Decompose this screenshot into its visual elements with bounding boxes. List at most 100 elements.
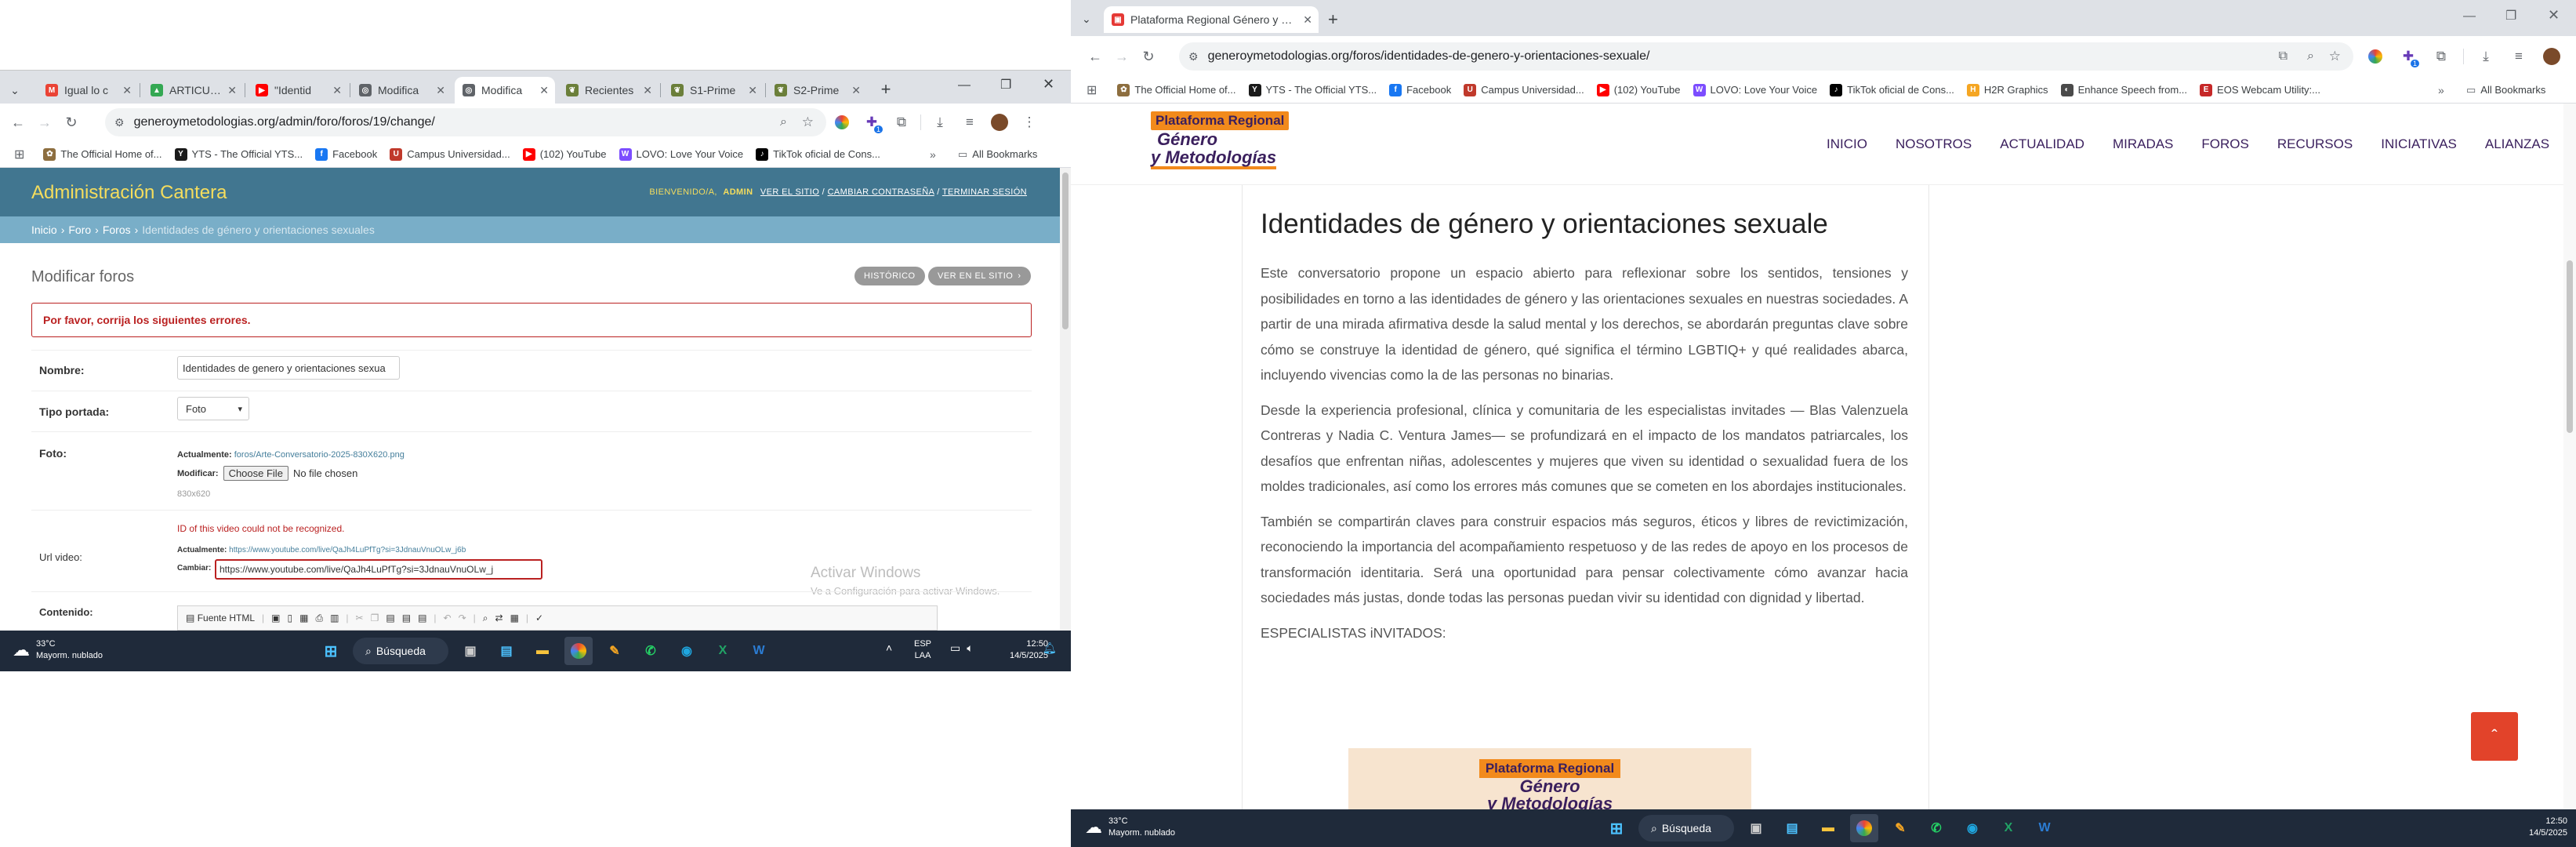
bookmark-star-icon[interactable]: ☆ <box>2329 49 2341 64</box>
forward-icon[interactable]: → <box>1108 43 1135 70</box>
history-button[interactable]: HISTÓRICO <box>854 267 925 285</box>
bookmark-item[interactable]: U Campus Universidad... <box>390 147 510 161</box>
browser-tab[interactable]: M Igual lo c ✕ <box>38 77 138 104</box>
tray-chevron-icon[interactable]: ˄ <box>886 642 892 654</box>
replace-icon[interactable]: ⇄ <box>495 613 503 623</box>
select-all-icon[interactable]: ▦ <box>510 613 519 623</box>
cut-icon[interactable]: ✂ <box>356 613 364 623</box>
change-password-link[interactable]: CAMBIAR CONTRASEÑA <box>828 187 934 197</box>
weather-widget[interactable]: ☁ 33°C Mayorm. nublado <box>1085 816 1175 839</box>
bookmark-item[interactable]: W LOVO: Love Your Voice <box>1693 83 1817 96</box>
edge-icon[interactable]: ◉ <box>673 637 701 665</box>
bookmark-item[interactable]: ✿ The Official Home of... <box>43 147 162 161</box>
widgets-icon[interactable]: ▤ <box>1778 814 1806 842</box>
restore-icon[interactable]: ❐ <box>1000 77 1011 93</box>
scroll-to-top-button[interactable]: ˆ <box>2471 712 2518 761</box>
whatsapp-icon[interactable]: ✆ <box>637 637 665 665</box>
url-current-link[interactable]: https://www.youtube.com/live/QaJh4LuPfTg… <box>229 546 466 554</box>
address-bar[interactable]: ⚙ generoymetodologias.org/foros/identida… <box>1179 42 2353 71</box>
scrollbar-thumb[interactable] <box>2567 260 2573 433</box>
minimize-icon[interactable]: — <box>2463 9 2476 24</box>
close-window-icon[interactable]: ✕ <box>2548 7 2560 24</box>
bookmarks-overflow-icon[interactable]: » <box>930 148 936 161</box>
avatar[interactable] <box>2541 45 2563 67</box>
apps-grid-icon[interactable]: ⊞ <box>1087 82 1097 98</box>
view-site-link[interactable]: VER EL SITIO <box>760 187 819 197</box>
bookmark-item[interactable]: ▶ (102) YouTube <box>522 147 607 161</box>
notification-bell-icon[interactable]: 🔔︎ <box>1043 642 1057 655</box>
undo-icon[interactable]: ↶ <box>444 613 452 623</box>
site-info-icon[interactable]: ⚙ <box>114 116 125 129</box>
bookmark-item[interactable]: U Campus Universidad... <box>1464 83 1584 96</box>
file-explorer-icon[interactable]: ▬ <box>1814 814 1842 842</box>
paste-text-icon[interactable]: ▤ <box>402 613 411 623</box>
forward-icon[interactable]: → <box>31 109 58 136</box>
system-tray-icons[interactable]: ▭ 🔈︎ <box>950 642 974 655</box>
bookmark-item[interactable]: Y YTS - The Official YTS... <box>1248 83 1377 96</box>
url-video-input[interactable] <box>215 559 542 580</box>
page-scrollbar[interactable] <box>1060 168 1071 631</box>
restore-icon[interactable]: ❐ <box>2505 8 2516 24</box>
menu-kebab-icon[interactable]: ⋮ <box>1018 111 1040 133</box>
browser-tab[interactable]: ❦ S2-Prime ✕ <box>767 77 867 104</box>
site-logo[interactable]: Plataforma Regional Género y Metodología… <box>1151 111 1308 179</box>
tab-search-icon[interactable]: ⌄ <box>6 82 24 99</box>
close-tab-icon[interactable]: ✕ <box>643 84 652 97</box>
print-icon[interactable]: ⎙ <box>315 613 323 624</box>
tab-plataforma[interactable]: ▣ Plataforma Regional Género y Met ✕ <box>1104 6 1319 33</box>
bookmark-item[interactable]: ◐ Enhance Speech from... <box>2060 83 2187 96</box>
close-tab-icon[interactable]: ✕ <box>436 84 445 97</box>
bookmark-item[interactable]: ▶ (102) YouTube <box>1596 83 1681 96</box>
breadcrumb-foro[interactable]: Foro <box>68 224 91 236</box>
nav-item-alianzas[interactable]: ALIANZAS <box>2485 136 2549 152</box>
bookmark-item[interactable]: f Facebook <box>1389 83 1451 96</box>
search-icon[interactable]: ⌕ <box>780 115 787 129</box>
nav-item-recursos[interactable]: RECURSOS <box>2277 136 2353 152</box>
paste-icon[interactable]: ▤ <box>386 613 394 623</box>
sticky-notes-icon[interactable]: ✎ <box>1886 814 1914 842</box>
file-explorer-icon[interactable]: ▬ <box>528 637 557 665</box>
close-tab-icon[interactable]: ✕ <box>851 84 861 97</box>
close-tab-icon[interactable]: ✕ <box>122 84 132 97</box>
nav-item-nosotros[interactable]: NOSOTROS <box>1896 136 1972 152</box>
taskbar-search[interactable]: ⌕ Búsqueda <box>353 638 448 664</box>
extension-badge-icon[interactable]: ✚ 1 <box>2397 45 2419 67</box>
bookmarks-overflow-icon[interactable]: » <box>2438 84 2444 96</box>
spellcheck-icon[interactable]: ✓ <box>535 613 543 623</box>
bookmark-item[interactable]: f Facebook <box>315 147 377 161</box>
source-html-button[interactable]: ▤ Fuente HTML <box>186 613 255 623</box>
word-icon[interactable]: W <box>745 637 773 665</box>
reload-icon[interactable]: ↻ <box>58 109 85 136</box>
language-indicator[interactable]: ESP LAA <box>914 638 931 662</box>
new-page-icon[interactable]: ▯ <box>288 613 293 623</box>
breadcrumb-home[interactable]: Inicio <box>31 224 57 236</box>
nombre-input[interactable] <box>177 356 400 380</box>
chrome-taskbar-icon[interactable] <box>1850 814 1878 842</box>
bookmark-item[interactable]: E EOS Webcam Utility:... <box>2200 83 2320 96</box>
extension-color-icon[interactable] <box>2364 45 2386 67</box>
admin-site-name[interactable]: Administración Cantera <box>31 182 227 204</box>
all-bookmarks[interactable]: ▭ All Bookmarks <box>958 148 1037 161</box>
extensions-puzzle-icon[interactable]: ⧉ <box>2430 45 2452 67</box>
scrollbar-thumb[interactable] <box>1062 173 1068 329</box>
start-windows-icon[interactable]: ⊞ <box>1602 814 1631 842</box>
nav-item-miradas[interactable]: MIRADAS <box>2113 136 2173 152</box>
bookmark-item[interactable]: Y YTS - The Official YTS... <box>174 147 303 161</box>
tab-search-icon[interactable]: ⌄ <box>1082 13 1091 26</box>
address-bar[interactable]: ⚙ generoymetodologias.org/admin/foro/for… <box>105 108 826 136</box>
browser-tab[interactable]: ▲ ARTICULO ✕ <box>143 77 243 104</box>
close-tab-icon[interactable]: ✕ <box>539 84 549 97</box>
view-on-site-button[interactable]: VER EN EL SITIO › <box>928 267 1031 285</box>
save-icon[interactable]: ▣ <box>271 613 280 623</box>
browser-tab[interactable]: ▶ "Identid ✕ <box>248 77 348 104</box>
task-view-icon[interactable]: ▣ <box>1742 814 1770 842</box>
minimize-icon[interactable]: — <box>958 78 971 93</box>
bookmark-item[interactable]: ✿ The Official Home of... <box>1117 83 1236 96</box>
close-tab-icon[interactable]: ✕ <box>227 84 237 97</box>
apps-grid-icon[interactable]: ⊞ <box>14 147 24 162</box>
bookmark-item[interactable]: W LOVO: Love Your Voice <box>619 147 743 161</box>
extension-color-icon[interactable] <box>831 111 853 133</box>
foto-current-link[interactable]: foros/Arte-Conversatorio-2025-830X620.pn… <box>234 450 405 460</box>
clock[interactable]: 12:50 14/5/2025 <box>2529 816 2567 839</box>
find-icon[interactable]: ⌕ <box>483 613 488 624</box>
